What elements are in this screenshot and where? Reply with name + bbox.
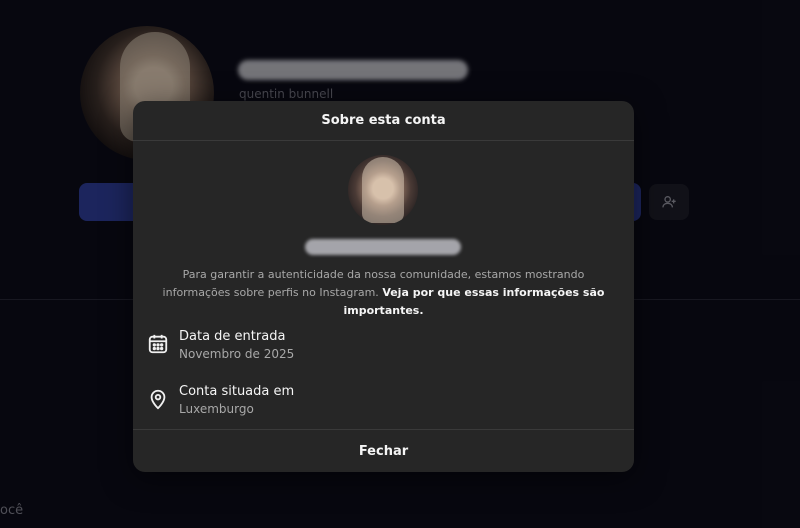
join-date-label: Data de entrada xyxy=(179,329,286,344)
close-button[interactable]: Fechar xyxy=(133,429,634,472)
location-pin-icon xyxy=(147,388,169,410)
avatar-hair-shape xyxy=(362,157,404,223)
dialog-description: Para garantir a autenticidade da nossa c… xyxy=(153,266,614,320)
calendar-icon xyxy=(147,333,169,355)
account-location-label: Conta situada em xyxy=(179,384,295,399)
why-important-link[interactable]: Veja por que essas informações são impor… xyxy=(343,286,604,317)
account-location-value: Luxemburgo xyxy=(179,402,254,416)
join-date-value: Novembro de 2025 xyxy=(179,347,295,361)
join-date-row: Data de entrada Novembro de 2025 xyxy=(147,329,617,369)
dialog-title: Sobre esta conta xyxy=(133,101,634,141)
dialog-avatar xyxy=(348,155,418,225)
dialog-name-redacted xyxy=(305,239,461,255)
about-account-dialog: Sobre esta conta Para garantir a autenti… xyxy=(133,101,634,472)
account-location-row: Conta situada em Luxemburgo xyxy=(147,384,617,424)
